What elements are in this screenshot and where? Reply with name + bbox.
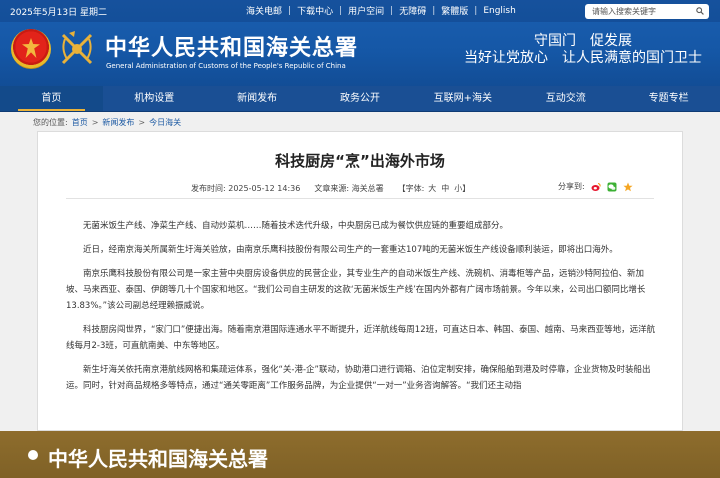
customs-emblem-logo [61,31,93,65]
top-link-english[interactable]: English [483,6,516,16]
national-emblem-logo [11,29,51,69]
paragraph: 南京乐鹰科技股份有限公司是一家主营中央厨房设备供应的民营企业，其专业生产的自动米… [66,269,646,311]
nav-item-interaction[interactable]: 互动交流 [514,86,617,111]
nav-item-organization[interactable]: 机构设置 [103,86,206,111]
article-meta: 发布时间: 2025-05-12 14:36 文章来源: 海关总署 【字体: 大… [191,183,470,194]
top-links: 海关电邮 | 下载中心 | 用户空间 | 无障碍 | 繁體版 | English [246,4,516,18]
separator: | [288,5,292,16]
paragraph: 科技厨房闯世界，“家门口”便捷出海。随着南京港国际连通水平不断提升，近洋航线每周… [66,325,656,351]
top-link-email[interactable]: 海关电邮 [246,4,282,17]
publish-time: 发布时间: 2025-05-12 14:36 [191,184,301,193]
separator: | [390,5,394,16]
breadcrumb-today-customs[interactable]: 今日海关 [149,117,181,128]
paragraph: 新生圩海关依托南京港航线网格和集疏运体系，强化“关-港-企”联动，协助港口进行调… [66,365,651,391]
slogan-line-2: 当好让党放心 让人民满意的国门卫士 [464,50,702,66]
separator: | [474,5,478,16]
article-source: 文章来源: 海关总署 [314,184,384,193]
font-size-small[interactable]: 小 [454,183,462,194]
search-input[interactable] [585,7,694,16]
search-box [585,4,709,19]
share-bar: 分享到: [558,181,633,192]
article-title: 科技厨房“烹”出海外市场 [275,152,445,170]
footer-site-name: 中华人民共和国海关总署 [48,447,268,471]
paragraph: 近日，经南京海关所属新生圩海关验放，由南京乐鹰科技股份有限公司生产的一套重达10… [83,245,618,255]
nav-item-special-topics[interactable]: 专题专栏 [617,86,720,111]
breadcrumb-home[interactable]: 首页 [72,117,88,128]
article-body: 无菌米饭生产线、净菜生产线、自动炒菜机……随着技术迭代升级，中央厨房已成为餐饮供… [66,218,656,402]
star-icon[interactable] [623,182,633,192]
bullet-icon [28,450,38,460]
paragraph: 无菌米饭生产线、净菜生产线、自动炒菜机……随着技术迭代升级，中央厨房已成为餐饮供… [83,221,509,231]
separator: | [339,5,343,16]
nav-item-government-affairs[interactable]: 政务公开 [309,86,412,111]
nav-item-home[interactable]: 首页 [0,86,103,111]
font-size-label: 【字体: [397,184,425,193]
article-panel: 科技厨房“烹”出海外市场 发布时间: 2025-05-12 14:36 文章来源… [37,131,683,431]
current-date: 2025年5月13日 星期二 [10,8,107,18]
site-header: 2025年5月13日 星期二 海关电邮 | 下载中心 | 用户空间 | 无障碍 … [0,0,720,86]
weibo-icon[interactable] [591,182,601,192]
meta-divider [66,198,654,199]
font-size-medium[interactable]: 中 [441,183,449,194]
footer-band: 中华人民共和国海关总署 [0,431,720,478]
nav-item-news[interactable]: 新闻发布 [206,86,309,111]
site-title: 中华人民共和国海关总署 [105,35,359,61]
font-size-large[interactable]: 大 [428,183,436,194]
font-size-close: 】 [462,184,471,193]
main-nav: 首页 机构设置 新闻发布 政务公开 互联网+海关 互动交流 专题专栏 [0,86,720,112]
top-link-accessibility[interactable]: 无障碍 [399,4,426,17]
breadcrumb: 您的位置: 首页 > 新闻发布 > 今日海关 [33,117,181,128]
search-icon[interactable] [696,7,704,15]
top-link-download[interactable]: 下载中心 [297,4,333,17]
share-label: 分享到: [558,182,585,191]
top-link-user-space[interactable]: 用户空间 [348,4,384,17]
breadcrumb-label: 您的位置: [33,118,68,127]
breadcrumb-separator: > [138,118,146,127]
wechat-icon[interactable] [607,182,617,192]
nav-item-internet-customs[interactable]: 互联网+海关 [411,86,514,111]
separator: | [432,5,436,16]
top-link-traditional[interactable]: 繁體版 [441,4,468,17]
breadcrumb-news[interactable]: 新闻发布 [102,117,134,128]
site-title-english: General Administration of Customs of the… [106,62,346,70]
breadcrumb-separator: > [91,118,99,127]
